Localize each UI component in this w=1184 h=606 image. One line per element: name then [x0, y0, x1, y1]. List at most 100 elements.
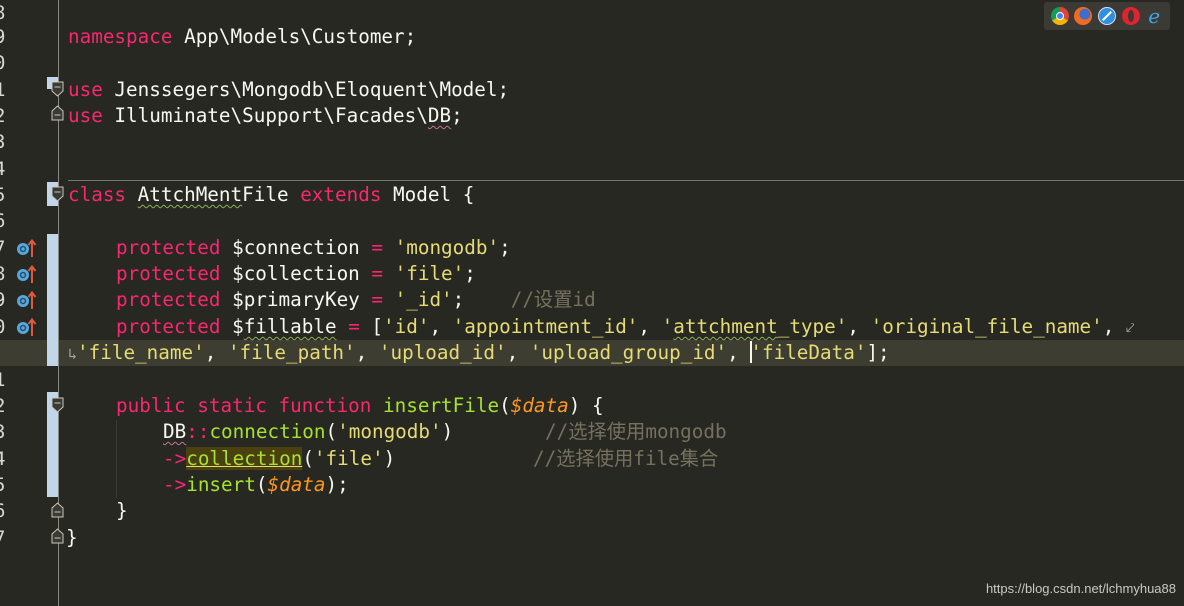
comment: //选择使用mongodb	[545, 420, 727, 443]
code-line-function-close[interactable]: }	[116, 498, 128, 524]
line-number: 1	[0, 367, 14, 393]
property-name: $connection	[220, 236, 372, 259]
code-line-primary-key[interactable]: protected $primaryKey = '_id'; //设置id	[116, 287, 596, 313]
keyword: use	[68, 78, 103, 101]
punctuation: ;	[464, 262, 476, 285]
code-line-connection[interactable]: protected $connection = 'mongodb';	[116, 235, 511, 261]
punctuation: )	[441, 420, 454, 443]
indent-guide	[116, 420, 117, 498]
opera-icon[interactable]	[1121, 7, 1140, 25]
line-number: 3	[0, 419, 14, 445]
punctuation: ,	[1102, 315, 1126, 338]
punctuation: ;	[452, 288, 465, 311]
code-line-collection-call[interactable]: ->collection('file') //选择使用file集合	[163, 446, 718, 472]
keyword: public	[116, 394, 186, 417]
line-number: 4	[0, 446, 14, 472]
function-name: insertFile	[383, 394, 500, 417]
string-value: attchment	[673, 315, 778, 338]
line-number: 5	[0, 472, 14, 498]
line-number: 9	[0, 24, 14, 50]
fold-collapse-icon[interactable]	[51, 186, 64, 202]
override-marker-icon[interactable]	[16, 290, 38, 310]
punctuation: ,	[847, 315, 871, 338]
code-line-namespace[interactable]: namespace App\Models\Customer;	[68, 24, 416, 50]
code-line-db-connection[interactable]: DB::connection('mongodb') //选择使用mongodb	[163, 419, 727, 445]
punctuation: (	[255, 473, 268, 496]
property-name: fillable	[243, 315, 337, 338]
punctuation: (	[499, 394, 511, 417]
keyword: protected	[116, 315, 221, 338]
punctuation: ,	[429, 315, 453, 338]
string-value: '	[661, 315, 674, 338]
string-value: 'file'	[383, 262, 465, 285]
override-marker-icon[interactable]	[16, 264, 38, 284]
parameter: $data	[510, 394, 569, 417]
punctuation: )	[383, 447, 396, 470]
line-number: 2	[0, 393, 14, 419]
property-name: $primaryKey	[220, 288, 372, 311]
code-editor[interactable]: 8 9 0 1 2 3 4 5 6 7 8 9 0 1 2 3 4 5 6 7 …	[0, 0, 1184, 606]
namespace-path: App\Models\Customer;	[172, 25, 417, 48]
line-number: 7	[0, 525, 14, 551]
punctuation: ,	[638, 315, 662, 338]
fold-collapse-icon[interactable]	[51, 397, 64, 413]
ie-icon[interactable]: e	[1145, 6, 1163, 26]
comment: //设置id	[464, 288, 596, 311]
bracket: [	[359, 315, 384, 338]
code-line-use-model[interactable]: use Jenssegers\Mongodb\Eloquent\Model;	[68, 77, 509, 103]
code-line-fillable[interactable]: protected $fillable = ['id', 'appointmen…	[116, 314, 1134, 340]
code-line-function-decl[interactable]: public static function insertFile($data)…	[116, 393, 604, 419]
fold-collapse-icon[interactable]	[51, 81, 64, 97]
firefox-icon[interactable]	[1074, 7, 1093, 25]
closing-brace: }	[66, 526, 78, 549]
code-line-collection[interactable]: protected $collection = 'file';	[116, 261, 476, 287]
browser-preview-bar: e	[1044, 2, 1170, 30]
string-value: 'fileData'	[750, 341, 867, 364]
code-line-class-close[interactable]: }	[66, 525, 78, 551]
keyword: namespace	[68, 25, 173, 48]
keyword: use	[68, 104, 103, 127]
line-number: 0	[0, 314, 14, 340]
keyword: function	[278, 394, 372, 417]
fold-end-icon[interactable]	[51, 105, 64, 121]
method-call-highlighted: collection	[186, 447, 303, 470]
property-sigil: $	[220, 315, 244, 338]
keyword: static	[197, 394, 267, 417]
string-value: 'mongodb'	[383, 236, 500, 259]
closing-brace: }	[116, 499, 128, 522]
fold-end-icon[interactable]	[51, 502, 64, 518]
line-number: 8	[0, 0, 14, 26]
class-ref-db: DB	[427, 104, 452, 127]
code-line-fillable-wrapped[interactable]: ↳'file_name', 'file_path', 'upload_id', …	[68, 340, 890, 366]
keyword: protected	[116, 288, 221, 311]
import-path: Jenssegers\Mongodb\Eloquent\Model;	[102, 78, 510, 101]
punctuation: ];	[866, 341, 890, 364]
operator: =	[371, 288, 384, 311]
line-number: 9	[0, 287, 14, 313]
string-value: 'file'	[313, 447, 384, 470]
code-line-class-decl[interactable]: class AttchMentFile extends Model {	[68, 182, 474, 208]
keyword: protected	[116, 236, 221, 259]
keyword: protected	[116, 262, 221, 285]
method-separator	[68, 180, 1184, 181]
fold-end-icon[interactable]	[51, 528, 64, 544]
punctuation: (	[302, 447, 314, 470]
override-marker-icon[interactable]	[16, 317, 38, 337]
punctuation: );	[325, 473, 349, 496]
operator: =	[371, 236, 384, 259]
punctuation: ;	[499, 236, 511, 259]
code-line-insert-call[interactable]: ->insert($data);	[163, 472, 349, 498]
string-value: 'upload_group_id'	[529, 341, 728, 364]
punctuation: ,	[355, 341, 379, 364]
punctuation: ,	[727, 341, 751, 364]
soft-wrap-icon: ⤦	[1125, 319, 1135, 337]
code-line-use-db[interactable]: use Illuminate\Support\Facades\DB;	[68, 103, 463, 129]
method-call: connection	[209, 420, 326, 443]
line-number: 5	[0, 182, 14, 208]
comment: //选择使用file集合	[533, 447, 719, 470]
override-marker-icon[interactable]	[16, 238, 38, 258]
class-name-suffix: File	[242, 183, 289, 206]
chrome-icon[interactable]	[1050, 7, 1069, 25]
safari-icon[interactable]	[1097, 7, 1116, 25]
